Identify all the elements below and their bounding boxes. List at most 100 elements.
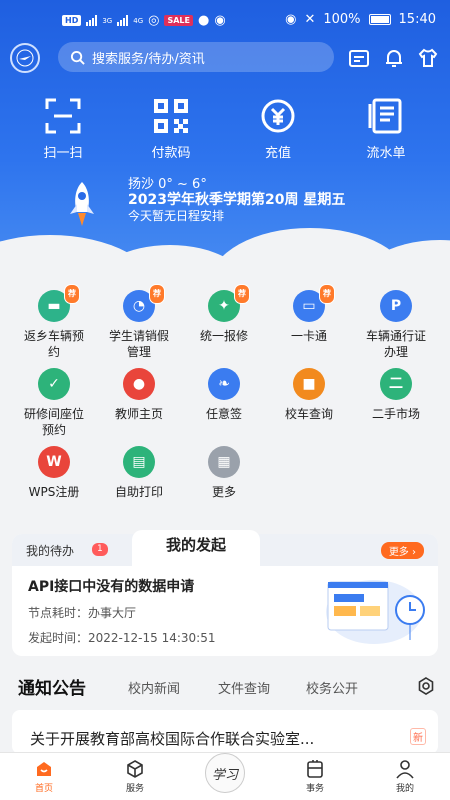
- nav-services[interactable]: 服务: [100, 759, 170, 794]
- service-parking[interactable]: P 车辆通行证办理: [352, 290, 440, 360]
- service-label: WPS注册: [28, 485, 80, 499]
- qrcode-icon: [154, 99, 188, 133]
- service-label: 车辆通行证办理: [365, 329, 426, 359]
- person-icon: [396, 760, 414, 779]
- recommend-badge: 荐: [234, 284, 250, 304]
- signal-icon: [117, 15, 129, 26]
- nav-label: 服务: [125, 784, 144, 794]
- todo-title[interactable]: API接口中没有的数据申请: [28, 576, 194, 596]
- quick-action-recharge[interactable]: 充值: [238, 98, 318, 161]
- scan-icon: [45, 98, 81, 134]
- card-icon: ▭ 荐: [293, 284, 335, 322]
- app-badge: SALE: [164, 15, 193, 26]
- more-label: 更多: [388, 547, 409, 558]
- service-label: 任意签: [205, 407, 242, 421]
- nav-study[interactable]: 学习: [190, 753, 260, 793]
- home-icon: [37, 762, 51, 776]
- tab-campus-news[interactable]: 校内新闻: [128, 678, 180, 697]
- nav-home[interactable]: 首页: [9, 759, 79, 794]
- study-emblem: 学习: [205, 753, 245, 793]
- quick-action-paycode[interactable]: 付款码: [131, 98, 211, 161]
- search-bar[interactable]: 搜索服务/待办/资讯: [58, 42, 334, 72]
- service-label: 自助打印: [114, 485, 163, 499]
- quick-action-label: 充值: [264, 146, 291, 161]
- service-printer[interactable]: ▤ 自助打印: [95, 446, 183, 500]
- tab-file-query[interactable]: 文件查询: [218, 678, 270, 697]
- service-seat-check[interactable]: ✓ 研修间座位预约: [10, 368, 98, 438]
- schoolbus-icon: ■: [293, 368, 325, 400]
- service-user-clock[interactable]: ◔ 荐学生请销假管理: [95, 284, 183, 360]
- more-grid-icon: ▦: [208, 446, 240, 478]
- service-secondhand[interactable]: 二二手市场: [352, 368, 440, 422]
- service-label: 教师主页: [114, 407, 163, 421]
- cube-icon: [127, 760, 143, 778]
- service-bus[interactable]: ▬ 荐返乡车辆预约: [10, 284, 98, 360]
- signal-icon: [86, 15, 98, 26]
- teacher-icon: ●: [123, 368, 155, 400]
- quick-action-label: 扫一扫: [43, 146, 83, 161]
- service-label: 研修间座位预约: [23, 407, 84, 437]
- todo-count-badge: 1: [92, 543, 108, 556]
- wifi-icon: ◎: [148, 13, 160, 28]
- tab-notices[interactable]: 通知公告: [18, 674, 86, 699]
- tab-affairs-public[interactable]: 校务公开: [306, 678, 358, 697]
- service-wps[interactable]: W WPS注册: [10, 446, 98, 500]
- tab-my-todo[interactable]: 我的待办: [26, 542, 74, 559]
- service-feather[interactable]: ❧ 任意签: [180, 368, 268, 422]
- shirt-icon[interactable]: [417, 47, 439, 69]
- nav-label: 事务: [305, 784, 324, 794]
- schedule-note: 今天暂无日程安排: [128, 209, 225, 223]
- service-label: 二手市场: [371, 407, 420, 421]
- seat-check-icon: ✓: [38, 368, 70, 400]
- service-more-grid[interactable]: ▦ 更多: [180, 446, 268, 500]
- rocket-icon: [70, 182, 94, 226]
- node-value: 办事大厅: [88, 606, 137, 620]
- clock: 15:40: [398, 12, 436, 27]
- eye-icon: ◉: [285, 12, 297, 27]
- time-label: 发起时间：: [28, 631, 89, 645]
- recommend-badge: 荐: [149, 284, 165, 304]
- parking-icon: P: [380, 290, 412, 322]
- notice-title: 关于开展教育部高校国际合作联合实验室...: [30, 730, 315, 748]
- service-card[interactable]: ▭ 荐一卡通: [265, 284, 353, 344]
- settings-icon[interactable]: [417, 677, 435, 695]
- service-teacher[interactable]: ● 教师主页: [95, 368, 183, 422]
- clipboard-icon: [307, 760, 323, 778]
- nav-affairs[interactable]: 事务: [280, 759, 350, 794]
- service-label: 一卡通: [290, 329, 327, 343]
- user-clock-icon: ◔ 荐: [123, 284, 165, 322]
- bottom-nav: 首页 服务 学习 事务 我的: [0, 752, 450, 800]
- search-icon: [70, 50, 85, 65]
- printer-icon: ▤: [123, 446, 155, 478]
- battery-percent: 100%: [323, 12, 361, 27]
- bell-icon[interactable]: [383, 47, 405, 69]
- hd-badge: HD: [62, 15, 82, 26]
- service-label: 更多: [211, 485, 236, 499]
- service-label: 返乡车辆预约: [23, 329, 84, 359]
- network-3g: 3G: [102, 16, 113, 25]
- service-label: 统一报修: [199, 329, 248, 343]
- feather-icon: ❧: [208, 368, 240, 400]
- recommend-badge: 荐: [319, 284, 335, 304]
- service-schoolbus[interactable]: ■ 校车查询: [265, 368, 353, 422]
- quick-action-statement[interactable]: 流水单: [346, 98, 426, 161]
- statement-icon: [368, 98, 402, 134]
- todo-tabs: 我的待办 1 我的发起 更多 ›: [12, 530, 438, 566]
- school-logo: [10, 43, 40, 73]
- document-illustration: [326, 580, 425, 644]
- nav-me[interactable]: 我的: [370, 759, 440, 794]
- nav-label: 首页: [34, 784, 53, 794]
- semester-week: 2023学年秋季学期第20周 星期五: [128, 192, 346, 208]
- notice-item[interactable]: 关于开展教育部高校国际合作联合实验室... 新: [12, 710, 438, 754]
- new-badge: 新: [410, 728, 426, 745]
- nav-label: 学习: [211, 767, 238, 783]
- secondhand-icon: 二: [380, 368, 412, 400]
- chat-icon: ●: [197, 13, 210, 28]
- calendar-icon[interactable]: [348, 47, 370, 69]
- more-button[interactable]: 更多 ›: [380, 542, 424, 559]
- quick-action-scan[interactable]: 扫一扫: [23, 98, 103, 161]
- notice-tabs: 通知公告 校内新闻 文件查询 校务公开: [0, 666, 450, 706]
- service-wrench[interactable]: ✦ 荐统一报修: [180, 284, 268, 344]
- quick-action-label: 付款码: [151, 146, 191, 161]
- tab-my-initiated[interactable]: 我的发起: [132, 530, 260, 566]
